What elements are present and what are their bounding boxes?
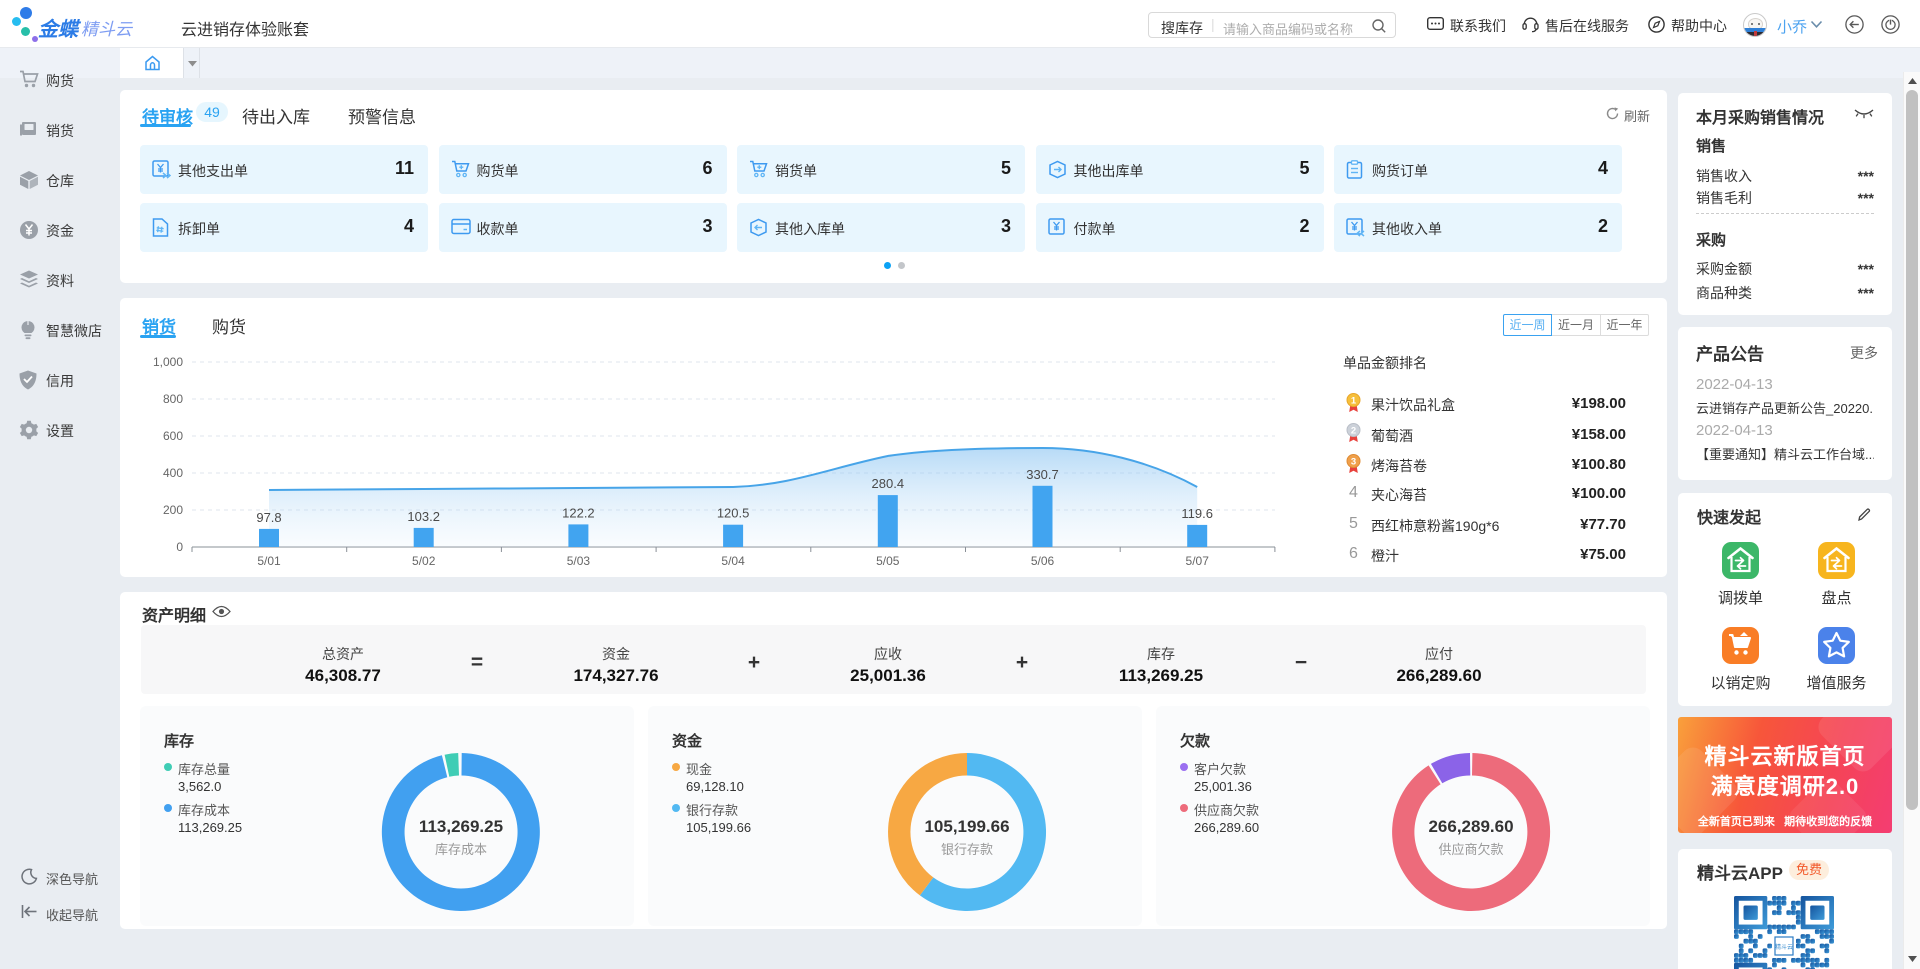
svg-text:400: 400	[163, 466, 183, 480]
svg-text:120.5: 120.5	[717, 506, 750, 521]
svg-text:1,000: 1,000	[153, 355, 183, 369]
svg-text:5/05: 5/05	[876, 554, 900, 568]
svg-text:119.6: 119.6	[1181, 506, 1213, 521]
svg-text:精斗云: 精斗云	[1775, 943, 1793, 951]
svg-text:200: 200	[163, 503, 183, 517]
svg-text:2: 2	[1351, 426, 1356, 437]
svg-text:600: 600	[163, 429, 183, 443]
svg-text:5/02: 5/02	[412, 554, 436, 568]
svg-text:122.2: 122.2	[562, 505, 595, 520]
svg-text:5/03: 5/03	[567, 554, 591, 568]
svg-text:97.8: 97.8	[256, 510, 281, 525]
svg-text:5/04: 5/04	[721, 554, 745, 568]
svg-text:0: 0	[176, 540, 183, 554]
svg-text:103.2: 103.2	[407, 509, 440, 524]
svg-text:330.7: 330.7	[1026, 467, 1059, 482]
svg-text:3: 3	[1351, 456, 1356, 467]
svg-text:5/01: 5/01	[257, 554, 281, 568]
svg-text:5/06: 5/06	[1031, 554, 1055, 568]
svg-text:1: 1	[1351, 395, 1357, 406]
svg-text:5/07: 5/07	[1186, 554, 1210, 568]
svg-text:280.4: 280.4	[872, 476, 905, 491]
svg-text:800: 800	[163, 392, 183, 406]
